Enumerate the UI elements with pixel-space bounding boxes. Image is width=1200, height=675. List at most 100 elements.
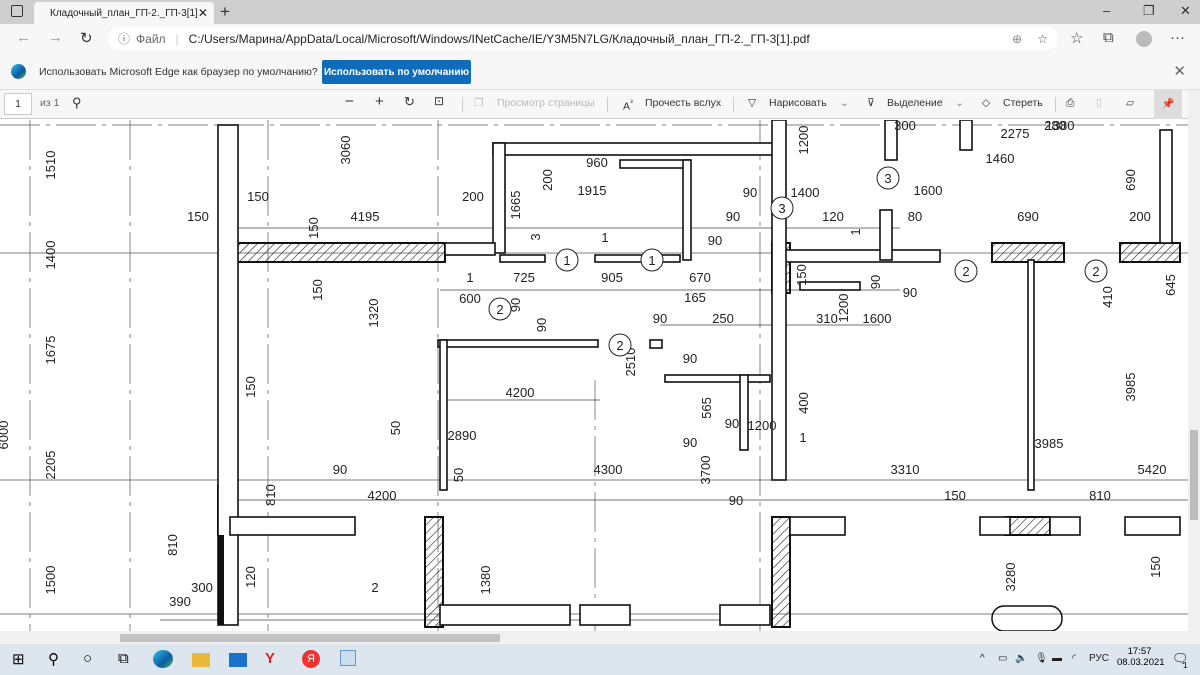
infobar-message: Использовать Microsoft Edge как браузер … [39,66,318,78]
settings-more-button[interactable]: ··· [1170,29,1185,46]
vertical-scroll-thumb[interactable] [1190,430,1198,520]
minimize-button[interactable]: – [1103,3,1110,18]
volume-icon[interactable]: 🔈 [1015,653,1027,664]
edge-taskbar-icon[interactable] [153,650,173,668]
page-view-button[interactable]: Просмотр страницы [497,97,595,109]
brick-wall [649,339,663,349]
edge-logo-icon [11,64,26,79]
horizontal-scroll-thumb[interactable] [120,634,500,642]
highlight-button[interactable]: Выделение [887,97,943,109]
dimension-label: 2 [371,580,378,595]
tab-actions-icon[interactable] [11,5,23,17]
draw-chevron-icon[interactable]: ⌄ [840,97,849,109]
mail-icon[interactable] [229,653,247,667]
network-icon[interactable]: ◜ [1072,653,1076,664]
refresh-icon[interactable]: ↻ [80,29,93,47]
microphone-icon[interactable]: 🎙 [1035,653,1048,664]
tab-close-icon[interactable]: ✕ [198,6,208,20]
start-icon[interactable]: ⊞ [12,650,25,668]
back-icon[interactable]: ← [16,29,31,46]
pdf-canvas[interactable]: 1510 1400 1675 2205 1500 6000 3060 150 150 4195 15… [0,120,1188,631]
brick-wall [1049,516,1081,536]
rotate-icon[interactable]: ↻ [404,94,415,110]
brick-wall [1159,129,1173,244]
infobar-close-icon[interactable]: ✕ [1173,62,1186,80]
save-as-icon[interactable]: ▱ [1126,97,1134,109]
dimension-label: 150 [247,189,269,204]
window-arc [991,605,1063,631]
collections-icon[interactable]: ⧉ [1103,29,1114,46]
dimension-label: 1600 [863,311,892,326]
dimension-label: 2890 [448,428,477,443]
dimension-label: 905 [601,270,623,285]
tray-expand-icon[interactable]: ^ [980,653,985,664]
section-marker-label: 2 [962,264,969,279]
dimension-label: 810 [1089,488,1111,503]
horizontal-scrollbar[interactable] [0,631,1200,644]
concrete-wall [1004,516,1051,536]
dimension-label: 50 [388,421,403,435]
zoom-out-icon[interactable]: − [345,93,354,110]
highlight-chevron-icon[interactable]: ⌄ [955,97,964,109]
restore-button[interactable]: ❐ [1143,3,1155,19]
dimension-label: 1 [601,230,608,245]
section-marker-label: 3 [884,171,891,186]
dimension-label: 810 [165,534,180,556]
tab-title: Кладочный_план_ГП-2._ГП-3[1] [50,7,198,19]
favorites-icon[interactable]: ☆ [1070,29,1083,47]
task-view-icon[interactable]: ⧉ [118,650,129,667]
window-frame [218,535,224,625]
read-aloud-button[interactable]: Прочесть вслух [645,97,721,109]
fit-page-icon[interactable]: ⊡ [434,94,444,108]
zoom-icon[interactable]: ⊕ [1012,32,1022,46]
yandex-browser-icon[interactable]: Y [265,650,275,667]
add-favorite-icon[interactable]: ☆ [1037,32,1048,46]
dimension-label: 1500 [43,566,58,595]
tray-meet-icon[interactable]: ▭ [998,653,1007,664]
dimension-label: 3985 [1123,373,1138,402]
search-icon[interactable]: ⚲ [72,95,82,111]
clock[interactable]: 17:57 08.03.2021 [1117,646,1165,668]
url-field[interactable]: ⓘ Файл | C:/Users/Марина/AppData/Local/M… [108,27,1058,50]
profile-avatar[interactable] [1136,31,1152,47]
dimension-label: 90 [708,233,722,248]
search-taskbar-icon[interactable]: ⚲ [48,650,59,668]
dimension-label: 4195 [351,209,380,224]
dimension-label: 810 [263,484,278,506]
yandex-icon[interactable]: Я [302,650,320,668]
brick-wall [437,339,599,348]
pdf-toolbar: 1 из 1 ⚲ − + ↻ ⊡ ❐ Просмотр страницы Aᵌ … [0,90,1200,119]
erase-button[interactable]: Стереть [1003,97,1043,109]
forward-icon[interactable]: → [48,29,63,46]
print-icon[interactable]: ⎙ [1066,97,1074,110]
page-number-input[interactable]: 1 [4,93,32,115]
dimension-label: 165 [684,290,706,305]
brick-wall [594,254,681,263]
cortana-icon[interactable]: ○ [83,650,92,667]
vertical-scrollbar[interactable] [1188,90,1200,631]
battery-icon[interactable]: ▬ [1052,653,1062,664]
language-indicator[interactable]: РУС [1089,653,1109,664]
dimension-label: 300 [894,120,916,133]
brick-wall [799,281,861,291]
close-window-button[interactable]: ✕ [1180,3,1191,19]
pin-toolbar-icon[interactable]: 📌 [1154,90,1182,119]
app-window-icon[interactable] [340,650,356,666]
dimension-label: 90 [725,416,739,431]
dimension-label: 3060 [338,136,353,165]
brick-wall [719,604,771,626]
draw-button[interactable]: Нарисовать [769,97,827,109]
dimension-label: 1915 [578,183,607,198]
dimension-label: 150 [306,217,321,239]
new-tab-button[interactable]: + [220,2,230,22]
dimension-label: 90 [683,351,697,366]
set-default-button[interactable]: Использовать по умолчанию [322,60,471,84]
zoom-in-icon[interactable]: + [375,93,384,110]
dimension-label: 250 [712,311,734,326]
explorer-icon[interactable] [192,653,210,667]
dimension-label: 150 [310,279,325,301]
dimension-label: 90 [729,493,743,508]
tab-pdf[interactable]: Кладочный_план_ГП-2._ГП-3[1] ✕ [34,2,214,24]
tab-bar: Кладочный_план_ГП-2._ГП-3[1] ✕ + – ❐ ✕ [0,0,1200,24]
dimension-label: 3700 [698,456,713,485]
